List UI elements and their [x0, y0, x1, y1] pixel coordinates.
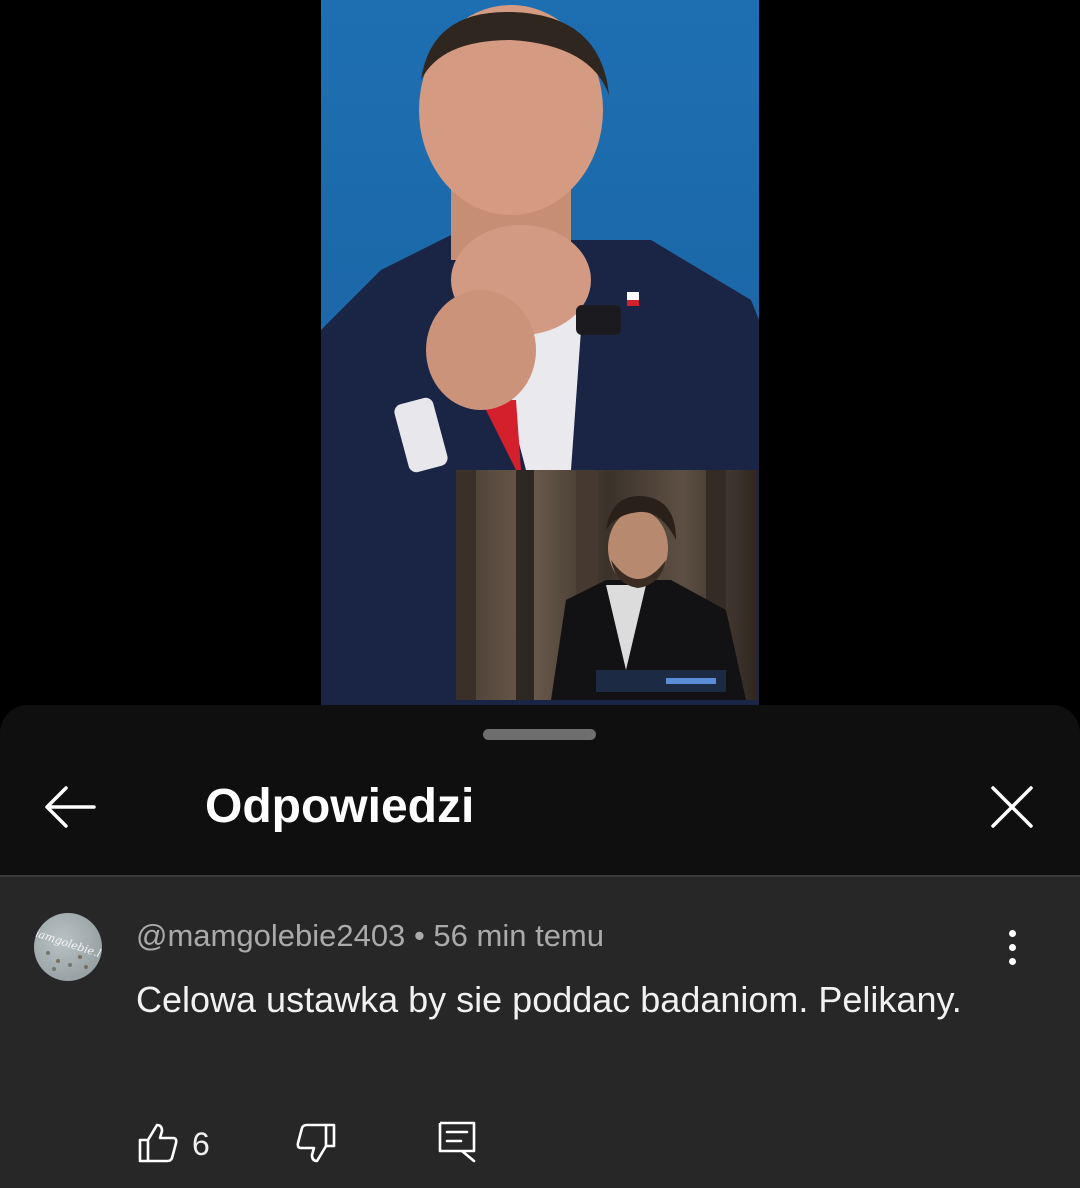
video-player[interactable]	[0, 0, 1080, 710]
more-vertical-icon-dot	[1008, 943, 1016, 951]
close-icon	[991, 786, 1033, 828]
back-button[interactable]	[38, 777, 102, 837]
like-count: 6	[192, 1126, 210, 1162]
comment-author[interactable]: @mamgolebie2403	[136, 918, 405, 953]
reply-icon	[438, 1121, 476, 1163]
more-vertical-icon-dot	[1008, 957, 1016, 965]
close-button[interactable]	[982, 777, 1042, 837]
sheet-title: Odpowiedzi	[205, 780, 475, 833]
comment-time: 56 min temu	[433, 918, 604, 953]
arrow-left-icon	[45, 786, 96, 828]
pip-scene	[456, 470, 746, 700]
comment-meta: @mamgolebie2403 • 56 min temu	[136, 917, 604, 955]
avatar[interactable]: iamgolebie.l	[34, 913, 102, 981]
reply-button[interactable]	[436, 1119, 478, 1165]
drag-handle[interactable]	[483, 729, 596, 740]
like-button[interactable]	[136, 1121, 180, 1165]
more-vertical-icon	[1008, 929, 1016, 937]
more-options-button[interactable]	[992, 923, 1032, 971]
replies-sheet: Odpowiedzi iamgolebie.l @mamgolebie2403 …	[0, 705, 1080, 1188]
meta-separator: •	[413, 918, 425, 953]
thumb-down-icon	[296, 1123, 336, 1163]
comment-text: Celowa ustawka by sie poddac badaniom. P…	[136, 979, 962, 1020]
comment-item: iamgolebie.l @mamgolebie2403 • 56 min te…	[0, 877, 1080, 1188]
picture-in-picture	[456, 470, 758, 700]
dislike-button[interactable]	[294, 1121, 338, 1165]
thumb-up-icon	[138, 1123, 178, 1163]
